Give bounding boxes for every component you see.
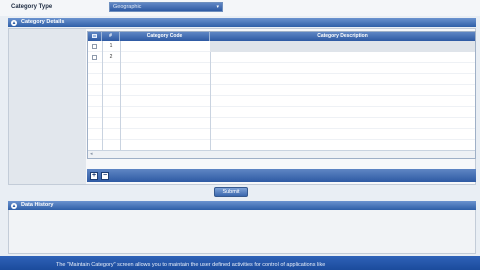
- remove-row-button[interactable]: −: [101, 172, 109, 180]
- add-row-button[interactable]: +: [90, 172, 98, 180]
- column-header-category-description[interactable]: Category Description: [210, 32, 475, 41]
- submit-button[interactable]: Submit: [214, 187, 248, 197]
- help-caption: The "Maintain Category" screen allows yo…: [0, 256, 480, 270]
- row-checkbox[interactable]: [92, 44, 97, 49]
- collapse-icon[interactable]: ▴: [11, 202, 17, 209]
- category-details-header[interactable]: ▴ Category Details: [8, 18, 476, 27]
- horizontal-scrollbar[interactable]: ◂: [88, 150, 475, 158]
- category-type-select[interactable]: Geographic ▾: [109, 2, 223, 12]
- category-type-label: Category Type: [11, 4, 53, 10]
- row-number: 2: [109, 54, 113, 60]
- chevron-down-icon: ▾: [216, 4, 219, 10]
- details-left-gutter: [9, 29, 86, 184]
- category-details-title: Category Details: [21, 19, 65, 25]
- collapse-icon[interactable]: ▴: [11, 19, 17, 26]
- scroll-left-icon[interactable]: ◂: [90, 151, 93, 157]
- row-number: 1: [109, 43, 113, 49]
- grid-footer-toolbar: + −: [87, 169, 476, 182]
- category-type-value: Geographic: [113, 4, 142, 10]
- data-history-header[interactable]: ▴ Data History: [8, 201, 476, 210]
- table-row[interactable]: 1: [88, 41, 475, 52]
- grid-header: # Category Code Category Description: [88, 32, 475, 41]
- data-history-title: Data History: [21, 202, 54, 208]
- category-details-panel: # Category Code Category Description 1 2…: [8, 28, 476, 185]
- table-row[interactable]: 2: [88, 52, 475, 63]
- data-history-panel: [8, 210, 476, 254]
- column-header-number: #: [102, 32, 120, 41]
- category-grid: # Category Code Category Description 1 2…: [87, 31, 476, 159]
- column-header-category-code[interactable]: Category Code: [120, 32, 210, 41]
- category-type-row: Category Type Geographic ▾: [0, 0, 480, 16]
- select-all-checkbox[interactable]: [88, 32, 102, 41]
- row-description-cell[interactable]: [210, 41, 475, 52]
- row-checkbox[interactable]: [92, 55, 97, 60]
